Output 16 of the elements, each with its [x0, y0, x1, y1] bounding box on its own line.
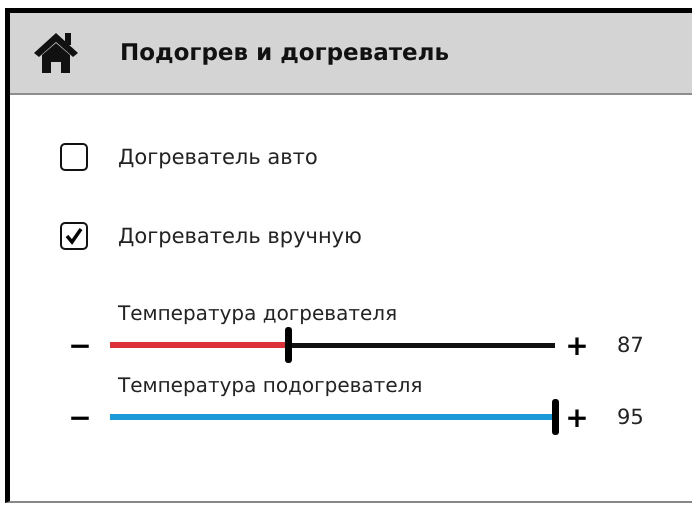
slider-value: 87 [617, 333, 644, 357]
increase-button[interactable]: + [565, 400, 589, 434]
decrease-button[interactable]: − [60, 400, 100, 434]
checkbox-label: Догреватель вручную [118, 224, 362, 248]
checkbox-label: Догреватель авто [118, 145, 318, 169]
decrease-button[interactable]: − [60, 328, 100, 362]
slider-thumb[interactable] [552, 399, 559, 435]
checkbox[interactable] [60, 143, 88, 171]
slider-value: 95 [617, 405, 644, 429]
slider-label: Температура догревателя [118, 301, 398, 325]
increase-button[interactable]: + [565, 328, 589, 362]
checkbox[interactable] [60, 222, 88, 250]
checkmark-icon [64, 226, 84, 246]
slider-thumb[interactable] [285, 327, 292, 363]
slider-label: Температура подогревателя [118, 373, 424, 397]
header-title: Подогрев и догреватель [120, 40, 450, 66]
